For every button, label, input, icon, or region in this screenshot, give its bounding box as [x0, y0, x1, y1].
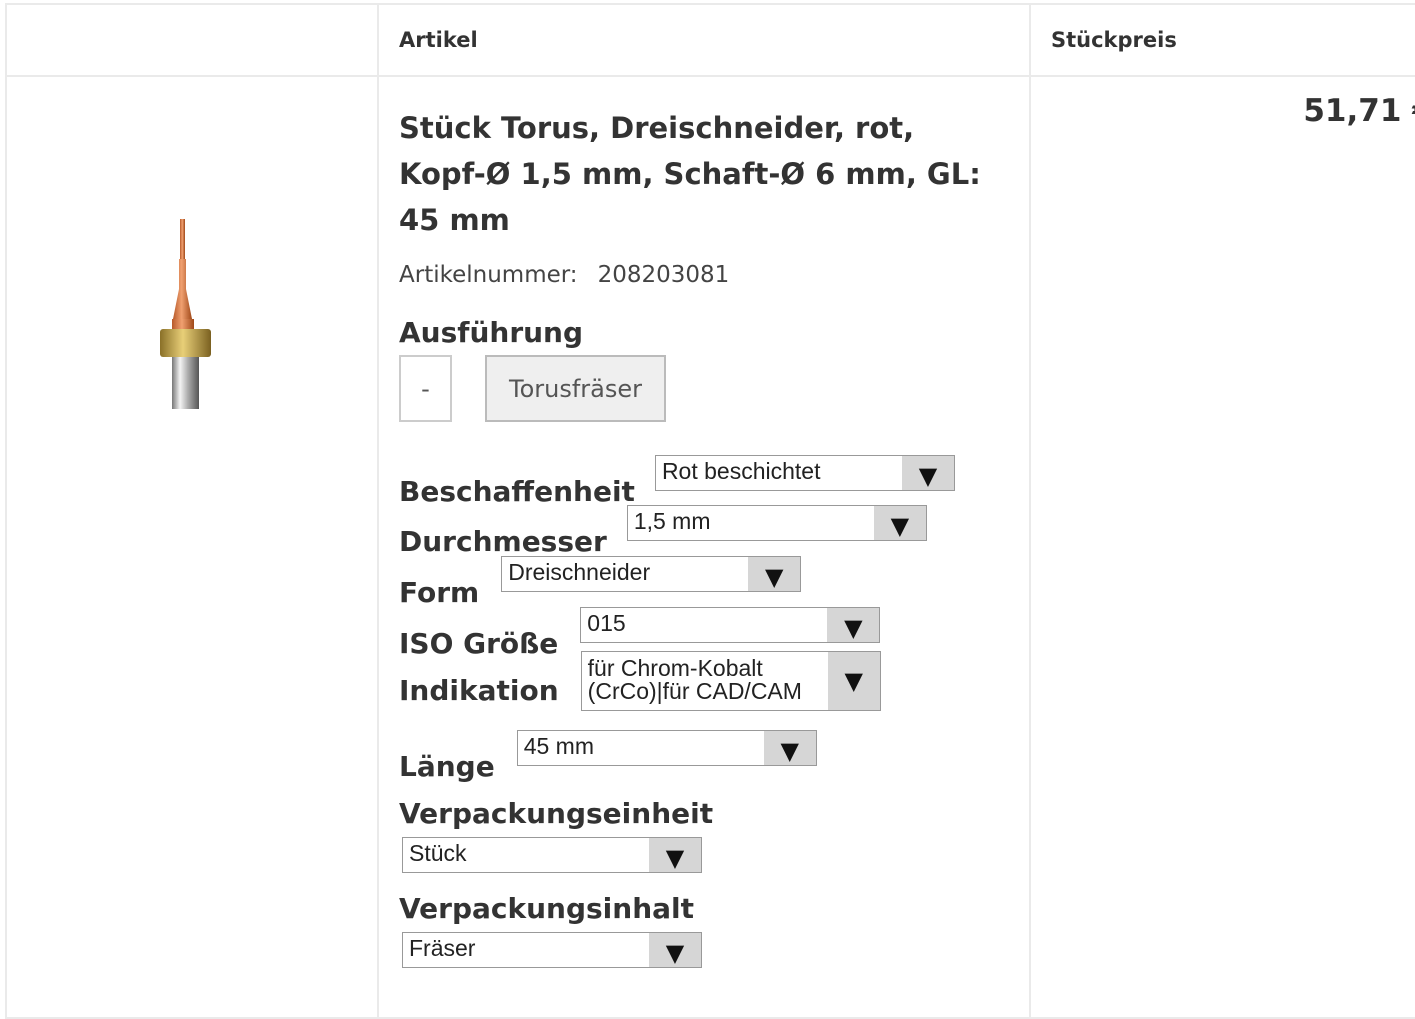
variant-options: - Torusfräser — [399, 355, 1029, 422]
durchmesser-label: Durchmesser — [399, 525, 607, 558]
laenge-select[interactable]: 45 mm ▼ — [516, 730, 817, 766]
form-label: Form — [399, 576, 480, 609]
beschaffenheit-select[interactable]: Rot beschichtet ▼ — [654, 455, 955, 491]
header-image — [5, 3, 379, 77]
chevron-down-icon: ▼ — [873, 506, 926, 540]
cart-table: Artikel Stückpreis Stück Torus, Dreischn… — [5, 3, 1415, 1019]
indikation-label: Indikation — [399, 674, 559, 707]
variant-option-torusfraeser[interactable]: Torusfräser — [485, 355, 666, 422]
chevron-down-icon: ▼ — [649, 933, 701, 967]
chevron-down-icon: ▼ — [748, 557, 801, 591]
table-row: Stück Torus, Dreischneider, rot, Kopf-Ø … — [5, 75, 1415, 1019]
chevron-down-icon: ▼ — [763, 731, 816, 765]
article-number: Artikelnummer: 208203081 — [399, 262, 1029, 288]
form-select[interactable]: Dreischneider ▼ — [501, 556, 802, 592]
chevron-down-icon: ▼ — [827, 608, 880, 642]
verpackungsinhalt-value: Fräser — [409, 935, 476, 961]
variant-label: Ausführung — [399, 316, 584, 349]
article-number-label: Artikelnummer: — [399, 262, 578, 288]
product-image-cell — [5, 75, 379, 1019]
torus-milling-cutter-image[interactable] — [152, 219, 212, 409]
attr-row-form: Form Dreischneider ▼ — [399, 556, 802, 609]
iso-select[interactable]: 015 ▼ — [580, 607, 881, 643]
attr-row-laenge: Länge 45 mm ▼ — [399, 730, 817, 783]
unit-price: 51,71 €* — [1029, 75, 1415, 1019]
header-article: Artikel — [377, 3, 1031, 77]
laenge-label: Länge — [399, 750, 495, 783]
chevron-down-icon: ▼ — [901, 456, 954, 490]
indikation-select[interactable]: für Chrom-Kobalt (CrCo)|für CAD/CAM ▼ — [580, 651, 881, 711]
indikation-value: für Chrom-Kobalt (CrCo)|für CAD/CAM — [587, 655, 802, 704]
table-header-row: Artikel Stückpreis — [5, 3, 1415, 77]
variant-option-none[interactable]: - — [399, 355, 452, 422]
attr-row-beschaffenheit: Beschaffenheit Rot beschichtet ▼ — [399, 455, 955, 508]
iso-value: 015 — [587, 610, 626, 636]
article-number-value: 208203081 — [597, 262, 730, 288]
verpackungsinhalt-label: Verpackungsinhalt — [399, 892, 695, 925]
beschaffenheit-value: Rot beschichtet — [661, 458, 821, 484]
laenge-value: 45 mm — [523, 733, 594, 759]
attr-row-durchmesser: Durchmesser 1,5 mm ▼ — [399, 505, 927, 558]
verpackungseinheit-label: Verpackungseinheit — [399, 797, 714, 830]
header-unit-price: Stückpreis — [1029, 3, 1415, 77]
product-title[interactable]: Stück Torus, Dreischneider, rot, Kopf-Ø … — [399, 105, 989, 243]
chevron-down-icon: ▼ — [827, 652, 880, 710]
attr-row-indikation: Indikation für Chrom-Kobalt (CrCo)|für C… — [399, 651, 881, 711]
article-cell: Stück Torus, Dreischneider, rot, Kopf-Ø … — [377, 75, 1031, 1019]
beschaffenheit-label: Beschaffenheit — [399, 475, 635, 508]
verpackungseinheit-value: Stück — [409, 840, 467, 866]
verpackungsinhalt-select[interactable]: Fräser ▼ — [402, 932, 702, 968]
durchmesser-select[interactable]: 1,5 mm ▼ — [626, 505, 927, 541]
form-value: Dreischneider — [508, 559, 651, 585]
chevron-down-icon: ▼ — [649, 838, 701, 872]
durchmesser-value: 1,5 mm — [633, 508, 711, 534]
verpackungseinheit-select[interactable]: Stück ▼ — [402, 837, 702, 873]
